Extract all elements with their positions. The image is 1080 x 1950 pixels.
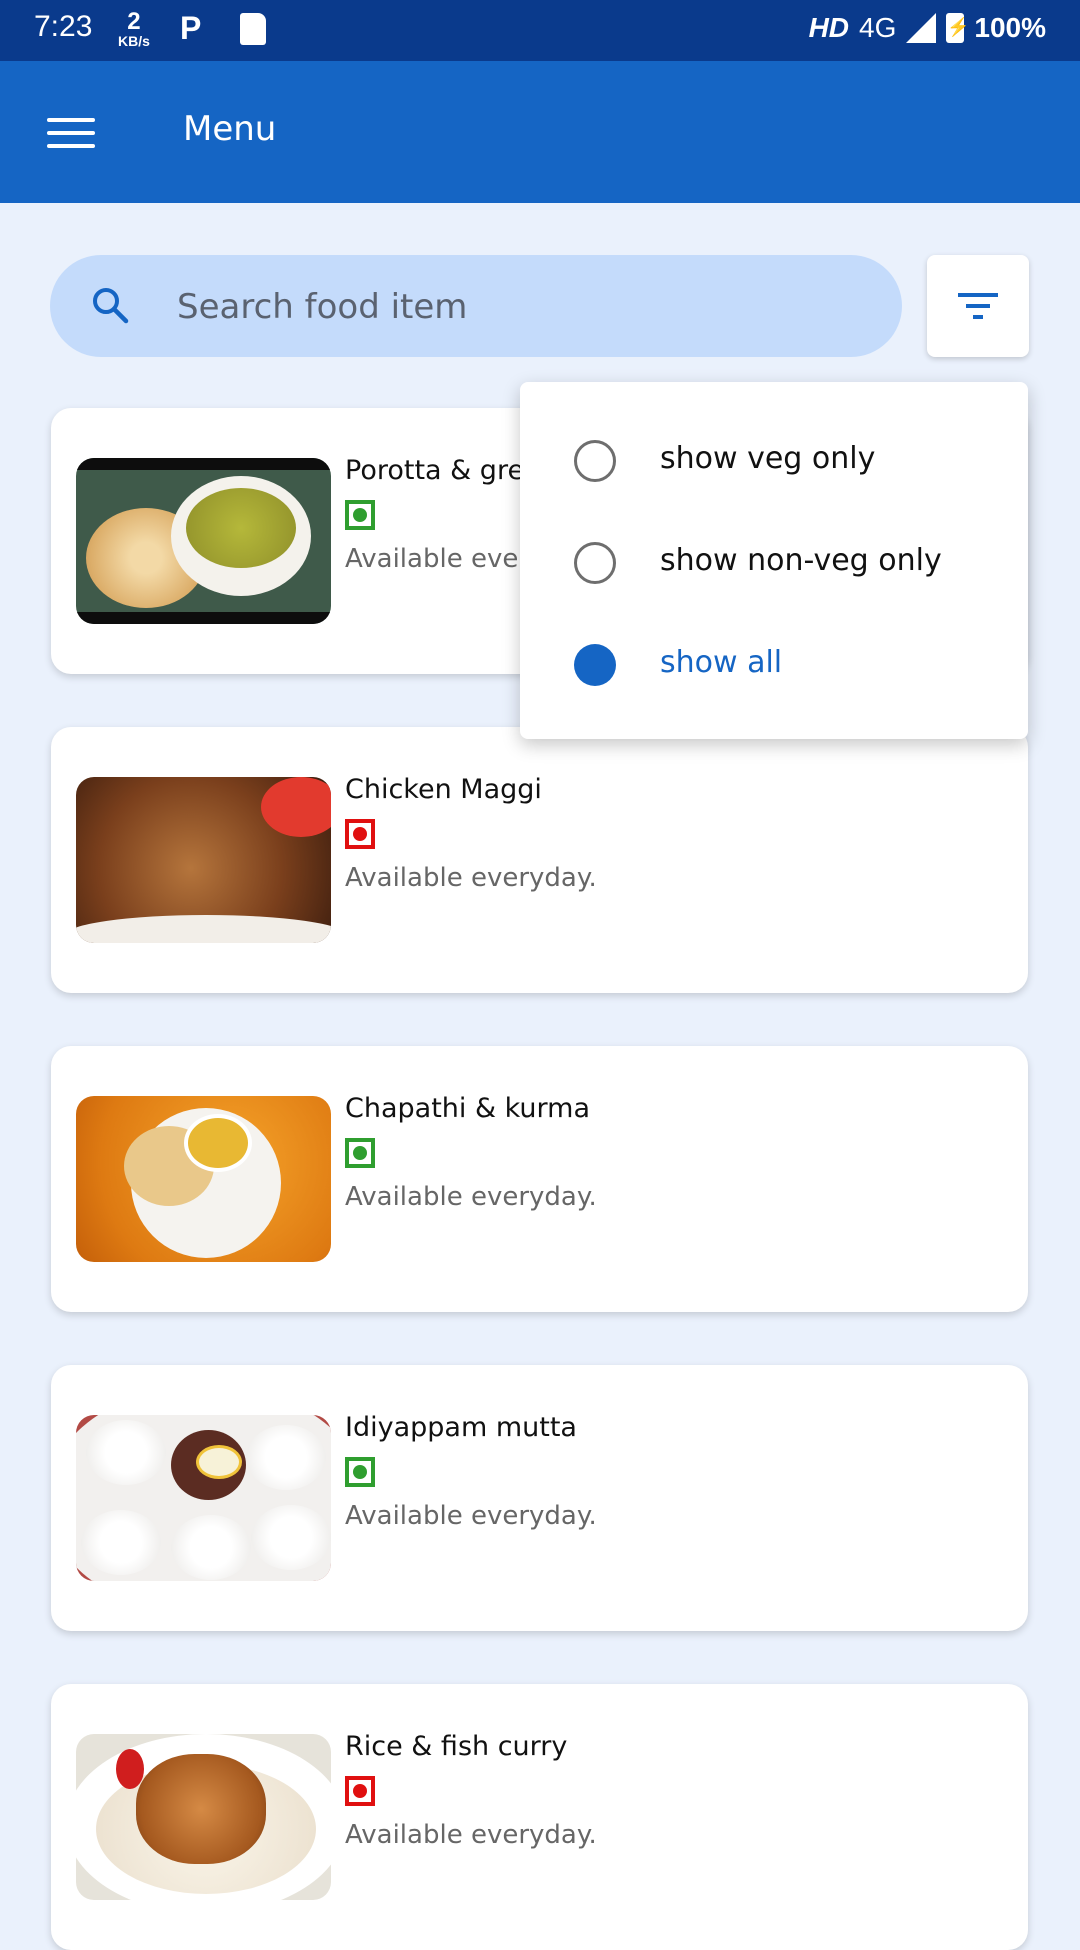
list-item[interactable]: Chapathi & kurma Available everyday.	[51, 1046, 1028, 1312]
food-image	[76, 1734, 331, 1900]
app-bar: Menu	[0, 61, 1080, 203]
network-speed-value: 2	[127, 8, 141, 35]
battery-charging-icon	[946, 13, 970, 43]
veg-icon	[345, 1457, 375, 1487]
filter-option-all[interactable]: show all	[520, 617, 1028, 717]
food-image	[76, 458, 331, 624]
parking-icon: P	[180, 10, 202, 46]
food-image	[76, 1096, 331, 1262]
battery-percent: 100%	[974, 12, 1046, 43]
network-type: 4G	[859, 12, 897, 43]
non-veg-icon	[345, 1776, 375, 1806]
food-name: Idiyappam mutta	[345, 1412, 577, 1443]
hamburger-menu-icon[interactable]	[47, 118, 95, 148]
list-item[interactable]: Rice & fish curry Available everyday.	[51, 1684, 1028, 1950]
veg-icon	[345, 1138, 375, 1168]
non-veg-icon	[345, 819, 375, 849]
list-item[interactable]: Idiyappam mutta Available everyday.	[51, 1365, 1028, 1631]
filter-icon	[958, 293, 998, 319]
hd-label: HD	[808, 12, 850, 43]
food-availability: Available everyday.	[345, 1182, 597, 1212]
veg-icon	[345, 500, 375, 530]
list-item[interactable]: Chicken Maggi Available everyday.	[51, 727, 1028, 993]
status-time: 7:23	[34, 10, 93, 43]
search-bar[interactable]	[50, 255, 902, 357]
radio-button[interactable]	[574, 542, 616, 584]
filter-option-veg[interactable]: show veg only	[520, 413, 1028, 513]
signal-icon	[906, 13, 937, 43]
food-image	[76, 1415, 331, 1581]
search-input[interactable]	[175, 275, 859, 339]
filter-menu: show veg only show non-veg only show all	[520, 382, 1028, 739]
filter-button[interactable]	[927, 255, 1029, 357]
filter-option-non-veg[interactable]: show non-veg only	[520, 515, 1028, 615]
status-bar: 7:23 2 KB/s P HD 4G 100%	[0, 0, 1080, 61]
food-name: Rice & fish curry	[345, 1731, 568, 1762]
network-speed: 2 KB/s	[118, 8, 150, 49]
food-availability: Available everyday.	[345, 1501, 597, 1531]
filter-option-label: show veg only	[660, 441, 876, 476]
food-availability: Available eve	[345, 544, 519, 574]
food-image	[76, 777, 331, 943]
status-right: HD 4G 100%	[809, 12, 1046, 44]
network-speed-unit: KB/s	[118, 33, 150, 49]
food-availability: Available everyday.	[345, 1820, 597, 1850]
radio-button[interactable]	[574, 440, 616, 482]
filter-option-label: show non-veg only	[660, 543, 942, 578]
food-name: Chapathi & kurma	[345, 1093, 591, 1124]
filter-option-label: show all	[660, 645, 783, 680]
radio-button-selected[interactable]	[574, 644, 616, 686]
food-name: Porotta & gre	[345, 455, 525, 486]
page-title: Menu	[183, 109, 277, 149]
food-name: Chicken Maggi	[345, 774, 542, 805]
search-icon	[93, 288, 129, 324]
sd-card-icon	[240, 13, 266, 45]
food-availability: Available everyday.	[345, 863, 597, 893]
